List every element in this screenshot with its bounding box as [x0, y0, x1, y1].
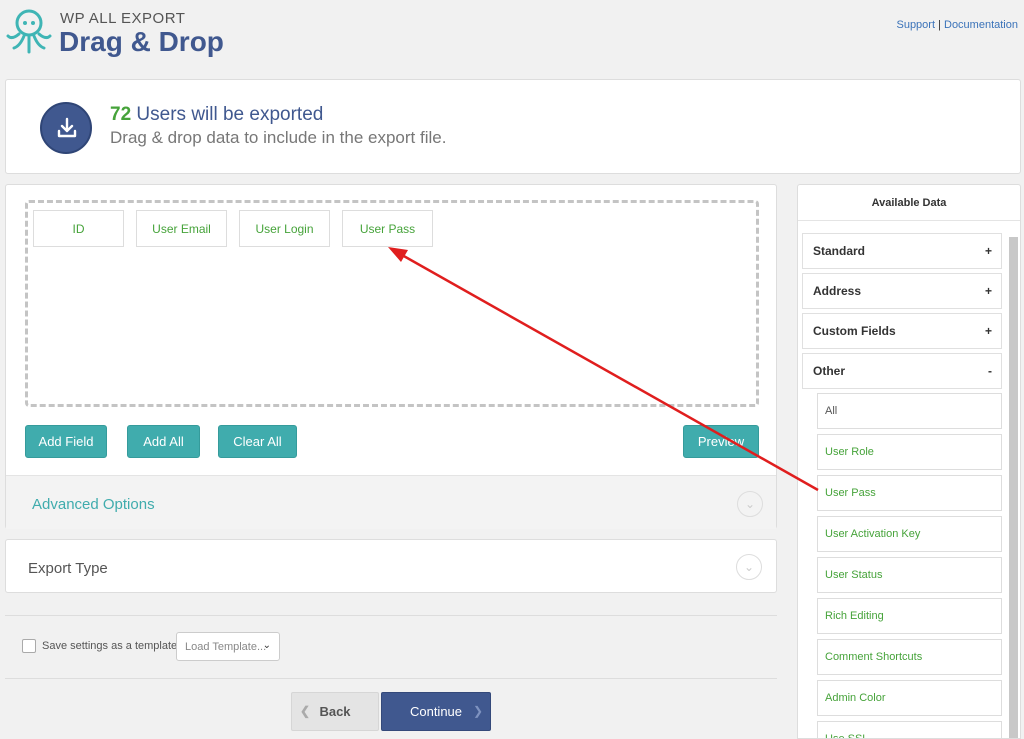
available-data-panel: Available Data Standard + Address + Cust…	[797, 184, 1021, 739]
category-label: Custom Fields	[813, 324, 896, 338]
category-label: Standard	[813, 244, 866, 258]
category-standard[interactable]: Standard +	[802, 233, 1002, 269]
page-title: Drag & Drop	[59, 26, 224, 57]
export-count-title: 72 Users will be exported	[110, 104, 323, 126]
data-item-rich-editing[interactable]: Rich Editing	[817, 598, 1002, 634]
export-summary: 72 Users will be exported Drag & drop da…	[5, 79, 1021, 174]
continue-button[interactable]: Continue ❯	[381, 692, 491, 731]
field-dropzone[interactable]: ID User Email User Login User Pass	[25, 200, 759, 407]
data-item-comment-shortcuts[interactable]: Comment Shortcuts	[817, 639, 1002, 675]
load-template-value: Load Template...	[185, 640, 267, 653]
brand-small: WP ALL EXPORT	[60, 10, 186, 27]
save-template-label: Save settings as a template	[42, 640, 178, 652]
data-item-all[interactable]: All	[817, 393, 1002, 429]
chevron-down-icon[interactable]: ⌄	[737, 491, 763, 517]
documentation-link[interactable]: Documentation	[944, 19, 1018, 31]
category-label: Other	[813, 364, 846, 378]
add-field-button[interactable]: Add Field	[25, 425, 107, 458]
advanced-options-label: Advanced Options	[32, 496, 155, 513]
export-fields-panel: ID User Email User Login User Pass Add F…	[5, 184, 777, 529]
category-label: Address	[813, 284, 862, 298]
available-data-title: Available Data	[798, 185, 1020, 221]
collapse-icon: -	[988, 364, 992, 378]
continue-label: Continue	[409, 704, 463, 719]
divider	[5, 615, 777, 616]
export-count: 72	[110, 104, 132, 125]
chevron-left-icon: ❮	[300, 704, 311, 718]
top-links: Support | Documentation	[896, 19, 1018, 31]
chevron-down-icon[interactable]: ⌄	[736, 554, 762, 580]
field-user-email[interactable]: User Email	[136, 210, 227, 247]
clear-all-button[interactable]: Clear All	[218, 425, 297, 458]
save-template-checkbox[interactable]	[22, 639, 36, 653]
export-type-toggle[interactable]: Export Type ⌄	[5, 539, 777, 593]
preview-button[interactable]: Preview	[683, 425, 759, 458]
advanced-options-toggle[interactable]: Advanced Options ⌄	[6, 475, 776, 529]
expand-icon: +	[984, 324, 992, 338]
back-button[interactable]: ❮ Back	[291, 692, 379, 731]
data-item-admin-color[interactable]: Admin Color	[817, 680, 1002, 716]
data-item-use-ssl[interactable]: Use SSL	[817, 721, 1002, 738]
link-separator: |	[938, 19, 941, 31]
chevron-right-icon: ❯	[472, 704, 483, 718]
expand-icon: +	[984, 244, 992, 258]
field-id[interactable]: ID	[33, 210, 124, 247]
save-template-row: Save settings as a template	[22, 632, 177, 660]
field-user-pass[interactable]: User Pass	[342, 210, 433, 247]
data-item-user-status[interactable]: User Status	[817, 557, 1002, 593]
load-template-select[interactable]: Load Template... ⌄	[176, 632, 280, 661]
category-address[interactable]: Address +	[802, 273, 1002, 309]
field-user-login[interactable]: User Login	[239, 210, 330, 247]
scrollbar[interactable]	[1009, 237, 1018, 738]
category-other[interactable]: Other -	[802, 353, 1002, 389]
export-count-label: Users will be exported	[136, 104, 324, 125]
export-type-label: Export Type	[28, 560, 108, 577]
data-item-user-activation-key[interactable]: User Activation Key	[817, 516, 1002, 552]
download-icon	[40, 102, 92, 154]
chevron-down-icon: ⌄	[262, 640, 271, 651]
back-label: Back	[319, 704, 351, 719]
category-custom-fields[interactable]: Custom Fields +	[802, 313, 1002, 349]
data-item-user-pass[interactable]: User Pass	[817, 475, 1002, 511]
octopus-logo-icon	[6, 9, 52, 54]
add-all-button[interactable]: Add All	[127, 425, 200, 458]
export-subtitle: Drag & drop data to include in the expor…	[110, 128, 447, 147]
header: WP ALL EXPORT Drag & Drop Support | Docu…	[0, 0, 1024, 70]
divider	[5, 678, 777, 679]
support-link[interactable]: Support	[896, 19, 935, 31]
expand-icon: +	[984, 284, 992, 298]
data-item-user-role[interactable]: User Role	[817, 434, 1002, 470]
